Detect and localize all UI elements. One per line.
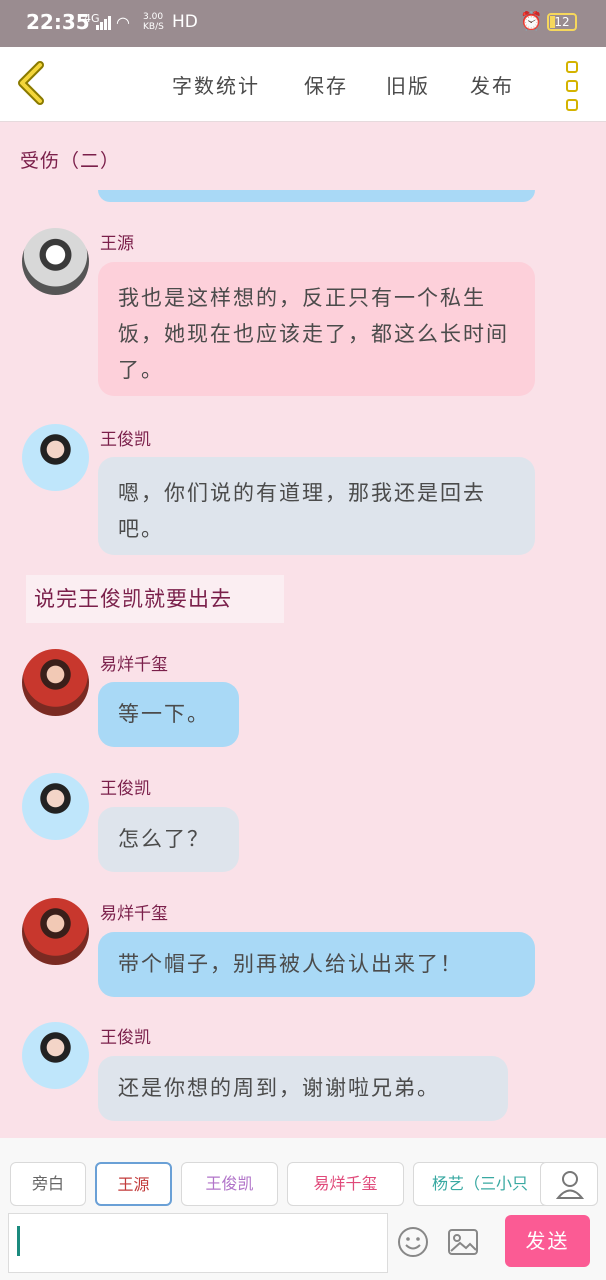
- battery-icon: 12: [547, 13, 577, 31]
- message-input[interactable]: [8, 1213, 388, 1273]
- message-bubble[interactable]: 怎么了？: [98, 807, 239, 872]
- status-bar: 22:35 4G ◠ 3.00 KB/S HD ⏰ 12: [0, 0, 606, 47]
- emoji-icon[interactable]: [397, 1226, 429, 1258]
- clock: 22:35: [26, 10, 90, 34]
- more-menu-icon[interactable]: [564, 61, 582, 111]
- character-chip-narration[interactable]: 旁白: [10, 1162, 86, 1206]
- character-chip-yiyangqianxi[interactable]: 易烊千玺: [287, 1162, 404, 1206]
- message-bubble[interactable]: 嗯，你们说的有道理，那我还是回去吧。: [98, 457, 535, 555]
- message-bubble[interactable]: 等一下。: [98, 682, 239, 747]
- wifi-icon: ◠: [116, 13, 130, 32]
- send-button[interactable]: 发送: [505, 1215, 590, 1267]
- previous-message-bubble: [98, 190, 535, 202]
- character-chip-yangyi[interactable]: 杨艺（三小只: [413, 1162, 549, 1206]
- signal-icon: [96, 16, 111, 30]
- word-count-button[interactable]: 字数统计: [172, 70, 260, 99]
- sender-name: 易烊千玺: [100, 904, 168, 924]
- editor-toolbar: 字数统计 保存 旧版 发布: [0, 47, 606, 122]
- text-caret: [17, 1226, 20, 1256]
- avatar-yiyangqianxi[interactable]: [22, 898, 89, 965]
- sender-name: 王俊凯: [100, 430, 151, 450]
- narration-text[interactable]: 说完王俊凯就要出去: [26, 575, 284, 623]
- save-button[interactable]: 保存: [304, 70, 348, 99]
- back-arrow-icon[interactable]: [14, 61, 50, 105]
- person-icon: [555, 1171, 585, 1199]
- sender-name: 王俊凯: [100, 1028, 151, 1048]
- avatar-wangyuan[interactable]: [22, 228, 89, 295]
- avatar-yiyangqianxi[interactable]: [22, 649, 89, 716]
- message-bubble[interactable]: 我也是这样想的，反正只有一个私生饭，她现在也应该走了，都这么长时间了。: [98, 262, 535, 396]
- chapter-title: 受伤（二）: [20, 150, 121, 172]
- alarm-icon: ⏰: [520, 11, 543, 32]
- character-manage-button[interactable]: [540, 1162, 598, 1206]
- sender-name: 王俊凯: [100, 779, 151, 799]
- message-bubble[interactable]: 还是你想的周到，谢谢啦兄弟。: [98, 1056, 508, 1121]
- image-icon[interactable]: [447, 1227, 479, 1257]
- character-chip-wangyuan[interactable]: 王源: [95, 1162, 172, 1206]
- network-speed: 3.00 KB/S: [143, 12, 164, 32]
- sender-name: 易烊千玺: [100, 655, 168, 675]
- avatar-wangjunkai[interactable]: [22, 424, 89, 491]
- battery-level: 12: [554, 15, 570, 29]
- old-version-button[interactable]: 旧版: [386, 70, 430, 99]
- hd-indicator: HD: [172, 12, 198, 32]
- avatar-wangjunkai[interactable]: [22, 1022, 89, 1089]
- publish-button[interactable]: 发布: [470, 70, 514, 99]
- avatar-wangjunkai[interactable]: [22, 773, 89, 840]
- message-bubble[interactable]: 带个帽子，别再被人给认出来了！: [98, 932, 535, 997]
- sender-name: 王源: [100, 234, 134, 254]
- character-chip-wangjunkai[interactable]: 王俊凯: [181, 1162, 278, 1206]
